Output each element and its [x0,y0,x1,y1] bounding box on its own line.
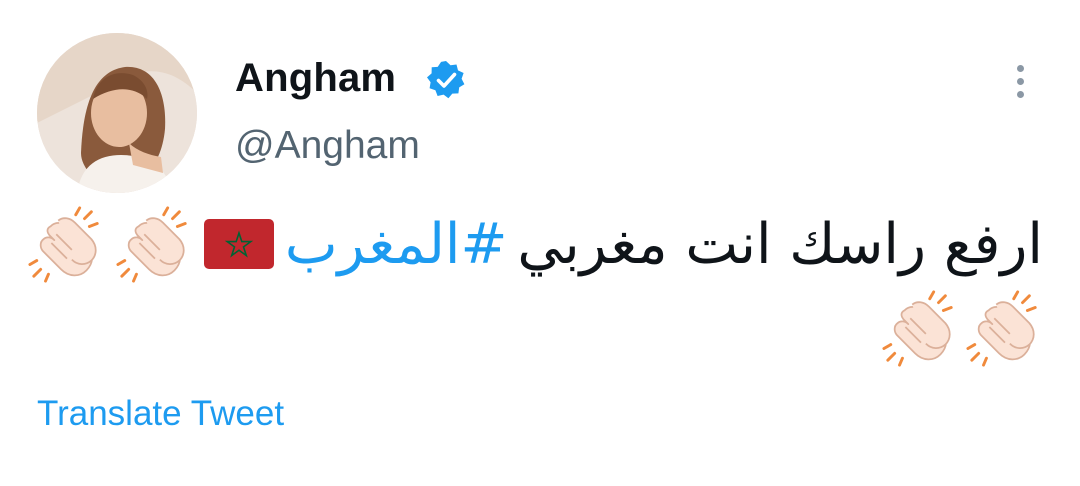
verified-badge-icon [427,61,465,99]
display-name[interactable]: Angham [235,56,396,101]
clapping-hands-icon [27,205,105,283]
clapping-hands-icon [965,289,1043,367]
tweet-text: ارفع راسك انت مغربي [517,211,1043,277]
more-options-button[interactable] [1000,58,1040,104]
tweet-emoji-line [881,288,1043,368]
avatar[interactable] [37,33,197,193]
more-options-icon [1016,64,1024,72]
tweet-text-line: ارفع راسك انت مغربي #المغرب [27,204,1043,284]
morocco-flag-icon [203,219,274,269]
more-options-icon-dot [1016,90,1024,98]
clapping-hands-icon [115,205,193,283]
author-handle[interactable]: @Angham [235,124,420,168]
translate-tweet-link[interactable]: Translate Tweet [37,394,284,434]
hashtag-link[interactable]: #المغرب [285,212,508,277]
clapping-hands-icon [881,289,959,367]
more-options-icon-dot [1016,77,1024,85]
